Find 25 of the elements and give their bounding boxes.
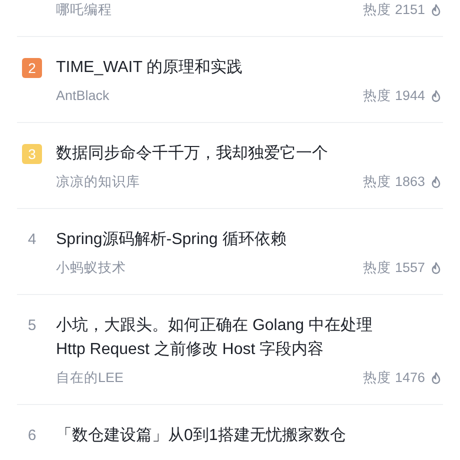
rank-number: 4 <box>26 230 38 250</box>
rank-badge: 2 <box>22 58 42 78</box>
author-name: 凉凉的知识库 <box>56 173 140 191</box>
article-title[interactable]: 小坑，大跟头。如何正确在 Golang 中在处理 Http Request 之前修改 Host 字段内容 <box>56 314 406 362</box>
author-name: AntBlack <box>56 87 110 105</box>
heat-count: 热度 1476 <box>363 369 425 387</box>
flame-icon <box>429 261 443 275</box>
flame-icon <box>429 175 443 189</box>
author-name: 自在的LEE <box>56 369 124 387</box>
article-title[interactable]: 「数仓建设篇」从0到1搭建无忧搬家数仓 <box>56 424 346 448</box>
heat-count: 热度 1557 <box>363 259 425 277</box>
flame-icon <box>429 371 443 385</box>
article-title[interactable]: Spring源码解析-Spring 循环依赖 <box>56 228 286 252</box>
heat-count: 热度 1863 <box>363 173 425 191</box>
heat-count: 热度 2151 <box>363 1 425 19</box>
author-name: 小蚂蚁技术 <box>56 259 126 277</box>
flame-icon <box>429 3 443 17</box>
heat-count: 热度 1944 <box>363 87 425 105</box>
article-title[interactable]: TIME_WAIT 的原理和实践 <box>56 56 243 80</box>
rank-number: 5 <box>26 316 38 336</box>
article-title[interactable]: 数据同步命令千千万，我却独爱它一个 <box>56 142 328 166</box>
author-name: 哪吒编程 <box>56 1 112 19</box>
flame-icon <box>429 89 443 103</box>
rank-number: 6 <box>26 426 38 446</box>
rank-badge: 3 <box>22 144 42 164</box>
